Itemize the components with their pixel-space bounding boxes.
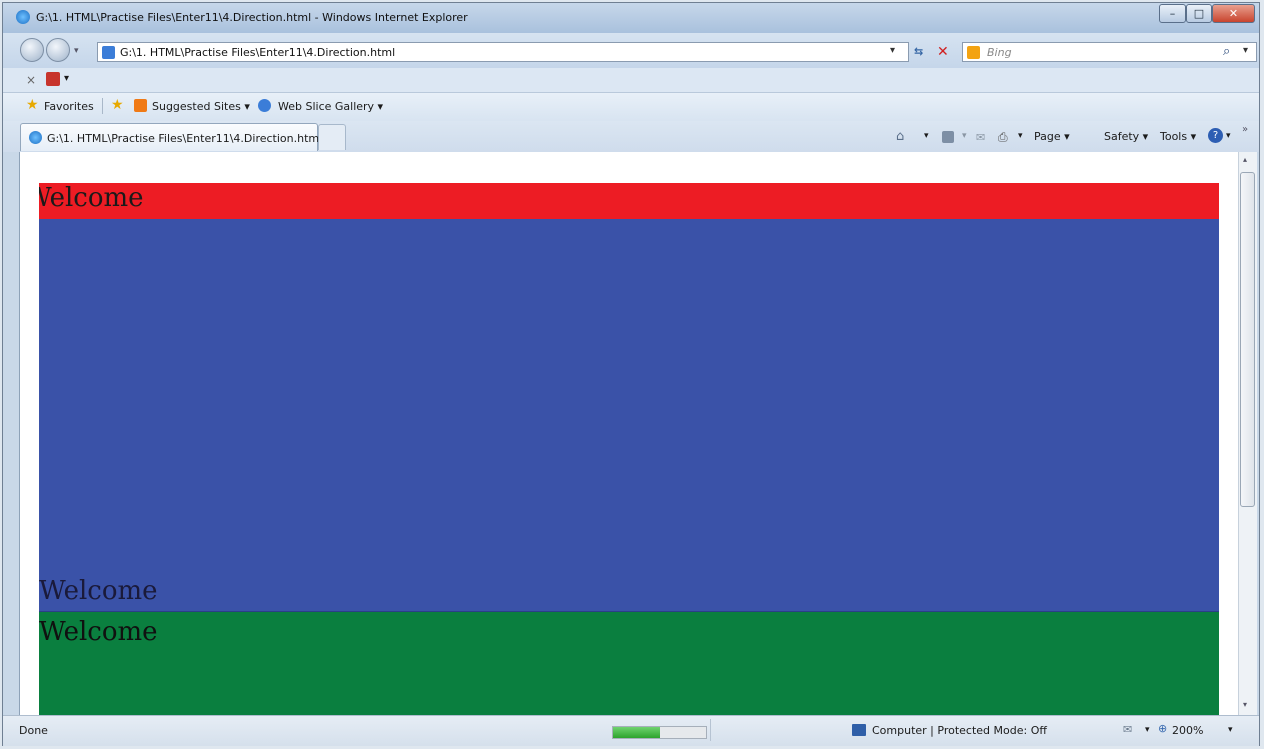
protected-mode-dropdown-icon[interactable]: ▾ bbox=[1145, 725, 1150, 735]
page-menu[interactable]: Page ▾ bbox=[1034, 130, 1070, 143]
search-options-icon[interactable]: ▾ bbox=[1243, 45, 1248, 56]
search-placeholder: Bing bbox=[987, 46, 1012, 59]
scroll-up-icon[interactable]: ▴ bbox=[1243, 155, 1247, 164]
recent-pages-chevron-icon[interactable]: ▾ bbox=[74, 46, 79, 56]
red-box: Welcome bbox=[39, 183, 1219, 219]
status-text: Done bbox=[19, 724, 48, 737]
help-icon[interactable]: ? bbox=[1208, 128, 1223, 143]
security-zone-text[interactable]: Computer | Protected Mode: Off bbox=[872, 724, 1047, 737]
scroll-down-icon[interactable]: ▾ bbox=[1243, 700, 1247, 709]
favorites-star-icon: ★ bbox=[26, 97, 39, 113]
address-url: G:\1. HTML\Practise Files\Enter11\4.Dire… bbox=[120, 46, 396, 59]
maximize-button[interactable]: □ bbox=[1186, 4, 1212, 23]
progress-fill bbox=[613, 727, 660, 738]
status-divider bbox=[710, 719, 711, 741]
help-dropdown-icon[interactable]: ▾ bbox=[1226, 131, 1231, 141]
web-slice-icon bbox=[258, 99, 271, 112]
print-dropdown-icon[interactable]: ▾ bbox=[1018, 131, 1023, 141]
safety-menu[interactable]: Safety ▾ bbox=[1104, 130, 1148, 143]
red-box-text: Welcome bbox=[39, 183, 144, 213]
protected-mode-icon[interactable]: ✉ bbox=[1123, 723, 1132, 736]
chevron-more-icon[interactable]: » bbox=[1242, 124, 1248, 135]
home-icon[interactable]: ⌂ bbox=[896, 129, 904, 144]
progress-bar bbox=[612, 726, 707, 739]
suggested-sites-icon bbox=[134, 99, 147, 112]
minimize-button[interactable]: – bbox=[1159, 4, 1186, 23]
close-button[interactable]: ✕ bbox=[1212, 4, 1255, 23]
feeds-icon[interactable] bbox=[942, 131, 954, 143]
add-favorite-icon[interactable]: ★ bbox=[111, 97, 124, 113]
blue-box: Welcome bbox=[39, 219, 1219, 611]
close-toolbar-icon[interactable]: × bbox=[26, 73, 36, 87]
search-icon[interactable]: ⌕ bbox=[1223, 44, 1230, 59]
feeds-dropdown-icon[interactable]: ▾ bbox=[962, 131, 967, 141]
tools-menu[interactable]: Tools ▾ bbox=[1160, 130, 1196, 143]
scrollbar-thumb[interactable] bbox=[1240, 172, 1255, 507]
web-slice-gallery-link[interactable]: Web Slice Gallery ▾ bbox=[278, 100, 383, 113]
bing-logo-icon bbox=[967, 46, 980, 59]
tab-active[interactable]: G:\1. HTML\Practise Files\Enter11\4.Dire… bbox=[20, 123, 322, 151]
green-box-text: Welcome bbox=[39, 617, 158, 647]
address-dropdown-icon[interactable]: ▾ bbox=[890, 45, 895, 56]
computer-zone-icon bbox=[852, 724, 866, 736]
page-icon bbox=[102, 46, 115, 59]
ie-logo-icon bbox=[16, 10, 30, 24]
favorites-button[interactable]: Favorites bbox=[44, 100, 94, 113]
zoom-dropdown-icon[interactable]: ▾ bbox=[1228, 725, 1233, 735]
green-box: Welcome bbox=[39, 611, 1219, 715]
stop-icon[interactable]: ✕ bbox=[937, 44, 949, 60]
zoom-level[interactable]: 200% bbox=[1172, 724, 1203, 737]
zoom-icon: ⊕ bbox=[1158, 722, 1168, 735]
search-box[interactable]: Bing ⌕ ▾ bbox=[962, 42, 1257, 62]
tab-ie-icon bbox=[29, 131, 42, 144]
addon-icon[interactable] bbox=[46, 72, 60, 86]
forward-button[interactable] bbox=[46, 38, 70, 62]
home-dropdown-icon[interactable]: ▾ bbox=[924, 131, 929, 141]
command-bar-top bbox=[3, 68, 1259, 93]
page-content: Welcome Welcome Welcome bbox=[19, 152, 1239, 715]
favorites-divider bbox=[102, 98, 103, 114]
suggested-sites-link[interactable]: Suggested Sites ▾ bbox=[152, 100, 250, 113]
print-icon[interactable]: ⎙ bbox=[998, 130, 1008, 145]
addon-dropdown-icon[interactable]: ▾ bbox=[64, 73, 69, 84]
refresh-icon[interactable]: ⇆ bbox=[914, 45, 923, 58]
back-button[interactable] bbox=[20, 38, 44, 62]
tab-label: G:\1. HTML\Practise Files\Enter11\4.Dire… bbox=[47, 132, 323, 145]
window-controls: – □ ✕ bbox=[1159, 4, 1257, 25]
mail-icon[interactable]: ✉ bbox=[976, 131, 985, 144]
new-tab-button[interactable] bbox=[318, 124, 346, 150]
address-bar[interactable]: G:\1. HTML\Practise Files\Enter11\4.Dire… bbox=[97, 42, 909, 62]
window-title: G:\1. HTML\Practise Files\Enter11\4.Dire… bbox=[36, 11, 468, 24]
blue-box-text: Welcome bbox=[39, 576, 158, 606]
